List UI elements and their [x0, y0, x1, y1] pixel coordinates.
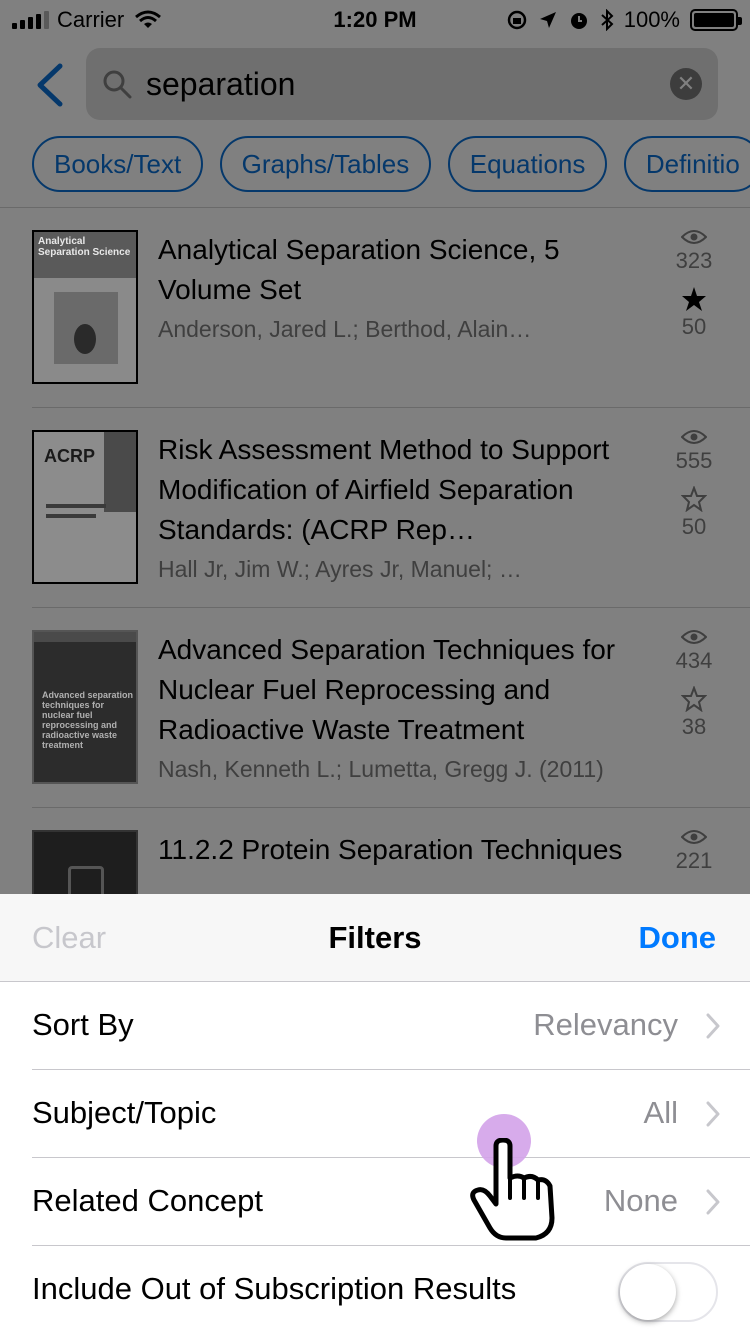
- eye-icon: [681, 430, 707, 444]
- cover-title: Advanced separation techniques for nucle…: [42, 690, 134, 750]
- star-outline-icon[interactable]: [681, 686, 707, 712]
- chevron-right-icon: [706, 1101, 720, 1127]
- clear-button[interactable]: Clear: [32, 920, 106, 956]
- row-label: Sort By: [32, 1007, 134, 1042]
- chip-equations[interactable]: Equations: [447, 136, 608, 192]
- filters-title: Filters: [328, 920, 422, 955]
- done-button[interactable]: Done: [639, 920, 717, 956]
- cover-title: ACRP: [44, 446, 96, 466]
- result-metrics: 434 38: [658, 628, 730, 742]
- row-value: All: [643, 1095, 678, 1130]
- battery-percent: 100%: [623, 7, 680, 32]
- view-count: 221: [675, 848, 713, 873]
- result-item[interactable]: 11.2.2 Protein Separation Techniques 221: [0, 808, 750, 894]
- star-outline-icon[interactable]: [681, 486, 707, 512]
- search-field[interactable]: ✕: [86, 48, 718, 120]
- clear-search-icon[interactable]: ✕: [670, 68, 702, 100]
- chip-definitions[interactable]: Definitio: [623, 136, 750, 192]
- result-authors: Nash, Kenneth L.; Lumetta, Gregg J. (201…: [158, 756, 604, 782]
- view-count: 555: [675, 448, 713, 473]
- result-metrics: 323 50: [658, 228, 730, 342]
- result-item[interactable]: Analytical Separation Science Analytical…: [0, 208, 750, 408]
- carrier-label: Carrier: [57, 7, 125, 32]
- view-count: 434: [675, 648, 713, 673]
- subscription-toggle[interactable]: [618, 1262, 718, 1322]
- row-value: Relevancy: [533, 1007, 678, 1042]
- eye-icon: [681, 630, 707, 644]
- hand-pointer-icon: [470, 1138, 555, 1241]
- results-list: Analytical Separation Science Analytical…: [0, 208, 750, 894]
- row-value: None: [603, 1183, 678, 1218]
- cover-title: Analytical Separation Science: [38, 236, 131, 258]
- result-title: Advanced Separation Techniques for Nucle…: [158, 634, 616, 745]
- filter-row-out-of-subscription: Include Out of Subscription Results: [0, 1246, 750, 1334]
- status-bar: Carrier 1:20 PM 100%: [0, 0, 750, 40]
- chevron-right-icon: [706, 1013, 720, 1039]
- row-label: Related Concept: [32, 1183, 263, 1218]
- result-item[interactable]: ACRP Risk Assessment Method to Support M…: [0, 408, 750, 608]
- result-metrics: 555 50: [658, 428, 730, 542]
- book-cover: ACRP: [32, 430, 138, 584]
- wifi-icon: [135, 10, 162, 28]
- favorite-count: 50: [681, 314, 707, 339]
- view-count: 323: [675, 248, 713, 273]
- search-icon: [103, 70, 132, 99]
- battery-level: [694, 13, 734, 27]
- result-title: Analytical Separation Science, 5 Volume …: [158, 234, 560, 305]
- row-label: Include Out of Subscription Results: [32, 1271, 517, 1306]
- favorite-count: 38: [681, 714, 707, 739]
- row-label: Subject/Topic: [32, 1095, 217, 1130]
- result-item[interactable]: Advanced separation techniques for nucle…: [0, 608, 750, 808]
- search-input[interactable]: [146, 65, 670, 103]
- book-cover: Analytical Separation Science: [32, 230, 138, 384]
- alarm-icon: [570, 13, 587, 29]
- filter-row-subject-topic[interactable]: Subject/Topic All: [0, 1070, 750, 1158]
- bluetooth-icon: [601, 9, 614, 31]
- location-icon: [539, 12, 556, 28]
- filter-row-sort-by[interactable]: Sort By Relevancy: [0, 982, 750, 1070]
- chip-books-text[interactable]: Books/Text: [32, 136, 204, 192]
- book-cover: [32, 830, 138, 894]
- filters-header: Clear Filters Done: [0, 894, 750, 982]
- toggle-knob: [620, 1264, 676, 1320]
- filter-row-related-concept[interactable]: Related Concept None: [0, 1158, 750, 1246]
- category-chips: Books/Text Graphs/Tables Equations Defin…: [0, 130, 750, 208]
- back-button[interactable]: [32, 62, 66, 108]
- filters-sheet: Clear Filters Done Sort By Relevancy Sub…: [0, 894, 750, 1334]
- result-title: Risk Assessment Method to Support Modifi…: [158, 434, 610, 545]
- result-metrics: 221: [658, 828, 730, 876]
- chevron-right-icon: [706, 1189, 720, 1215]
- result-title: 11.2.2 Protein Separation Techniques: [158, 834, 623, 865]
- favorite-count: 50: [681, 514, 707, 539]
- eye-icon: [681, 830, 707, 844]
- search-header: ✕: [0, 40, 750, 130]
- eye-icon: [681, 230, 707, 244]
- chip-graphs-tables[interactable]: Graphs/Tables: [219, 136, 432, 192]
- book-cover: Advanced separation techniques for nucle…: [32, 630, 138, 784]
- signal-icon: [12, 11, 49, 29]
- result-authors: Anderson, Jared L.; Berthod, Alain…: [158, 316, 532, 342]
- star-filled-icon[interactable]: [681, 286, 707, 312]
- battery-icon: [690, 9, 742, 31]
- rotation-lock-icon: [507, 10, 526, 30]
- result-authors: Hall Jr, Jim W.; Ayres Jr, Manuel; …: [158, 556, 522, 582]
